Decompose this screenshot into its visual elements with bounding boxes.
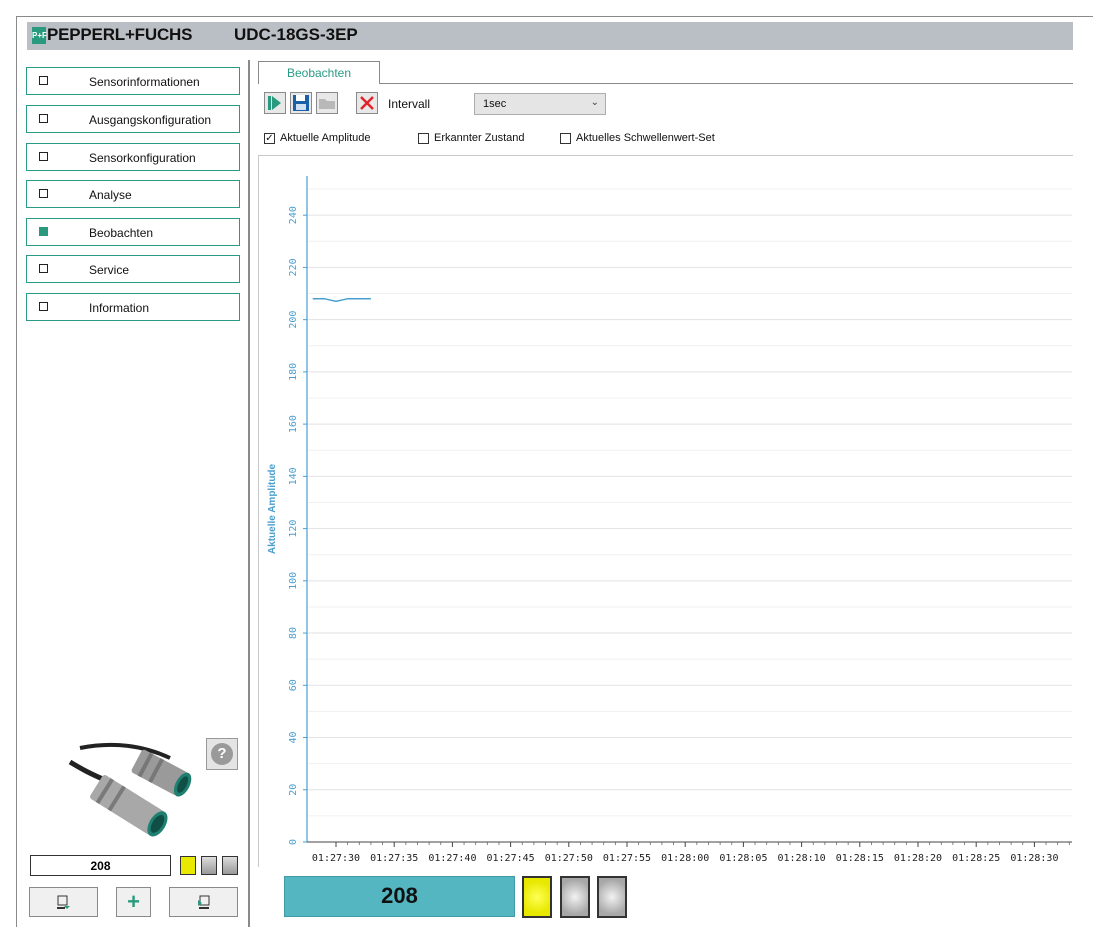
- x-tick-label: 01:28:10: [778, 853, 826, 864]
- indicator-yellow: [522, 876, 552, 918]
- x-tick-label: 01:28:20: [894, 853, 942, 864]
- amplitude-chart: 0 20 40 60 80 100 120 140 160 180 200 220 240 01:27:3…: [267, 176, 1072, 864]
- x-tick-label: 01:27:40: [428, 853, 476, 864]
- y-tick-label: 240: [288, 206, 299, 224]
- indicator-gray: [597, 876, 627, 918]
- current-value-text: 208: [381, 883, 418, 908]
- x-tick-label: 01:27:55: [603, 853, 651, 864]
- x-tick-label: 01:28:00: [661, 853, 709, 864]
- y-tick-label: 80: [288, 627, 299, 639]
- x-tick-label: 01:28:15: [836, 853, 884, 864]
- y-tick-label: 140: [288, 467, 299, 485]
- x-tick-label: 01:28:05: [719, 853, 767, 864]
- y-tick-label: 180: [288, 363, 299, 381]
- y-tick-label: 200: [288, 311, 299, 329]
- x-tick-label: 01:27:35: [370, 853, 418, 864]
- current-value-panel: 208: [284, 876, 515, 917]
- y-tick-label: 20: [288, 784, 299, 796]
- x-tick-label: 01:28:30: [1010, 853, 1058, 864]
- y-tick-label: 220: [288, 258, 299, 276]
- x-tick-label: 01:27:45: [487, 853, 535, 864]
- y-axis-title: Aktuelle Amplitude: [267, 463, 278, 554]
- x-tick-label: 01:27:50: [545, 853, 593, 864]
- y-tick-label: 100: [288, 572, 299, 590]
- series-line: [312, 298, 371, 303]
- indicator-gray: [560, 876, 590, 918]
- y-tick-label: 0: [288, 839, 299, 845]
- y-tick-label: 120: [288, 520, 299, 538]
- x-tick-label: 01:28:25: [952, 853, 1000, 864]
- y-tick-label: 40: [288, 732, 299, 744]
- x-tick-label: 01:27:30: [312, 853, 360, 864]
- y-tick-label: 160: [288, 415, 299, 433]
- y-tick-label: 60: [288, 679, 299, 691]
